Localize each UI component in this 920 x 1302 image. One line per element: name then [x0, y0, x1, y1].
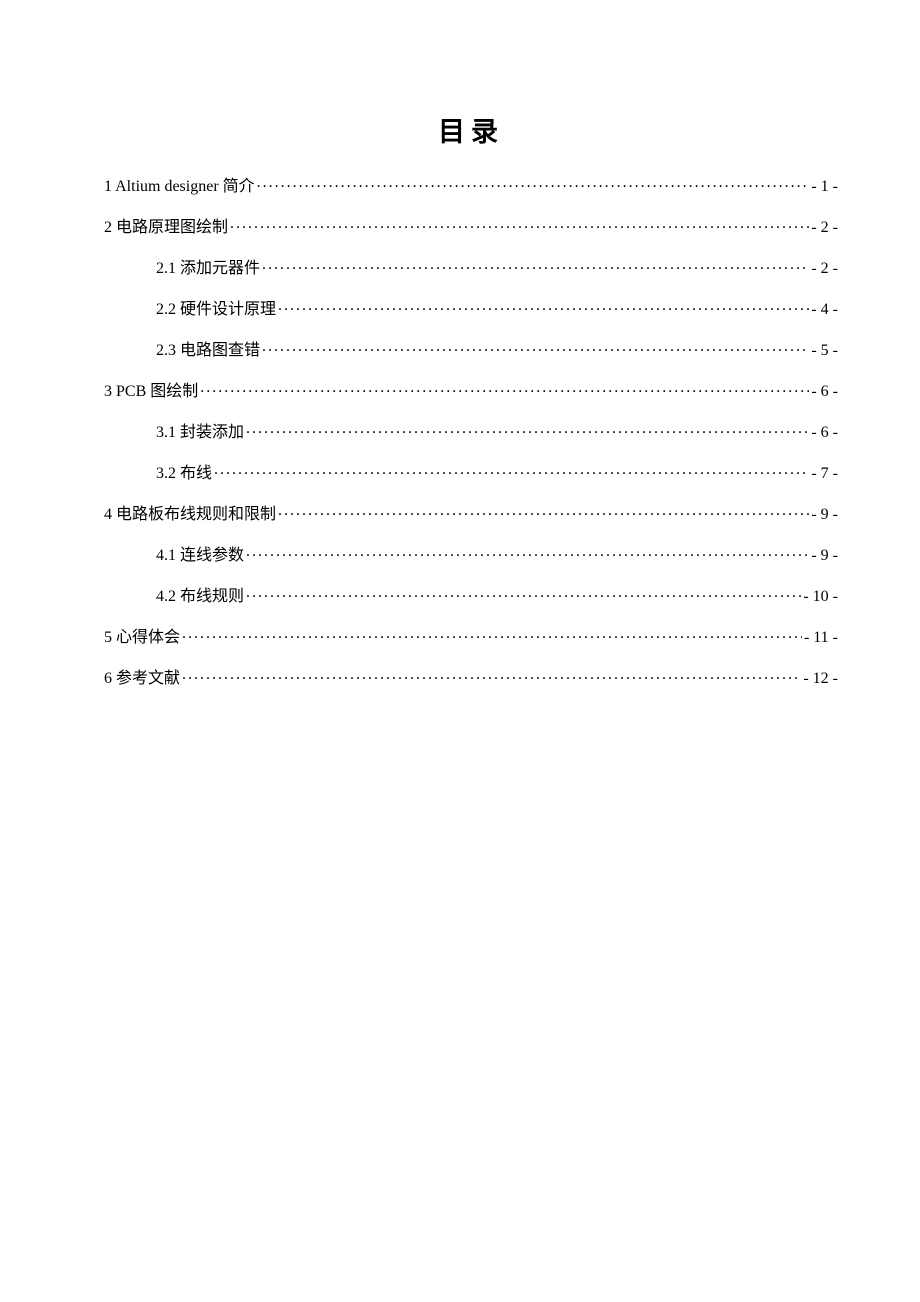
toc-page: - 9 - — [811, 507, 838, 523]
toc-entry: 4.1 连线参数 - 9 - — [104, 544, 838, 564]
toc-leader — [182, 626, 802, 642]
toc-label: 2.2 硬件设计原理 — [156, 302, 276, 318]
toc-entry: 4 电路板布线规则和限制 - 9 - — [104, 503, 838, 523]
toc-entry: 6 参考文献 - 12 - — [104, 667, 838, 687]
toc-page: - 7 - — [811, 466, 838, 482]
toc-label: 3.1 封装添加 — [156, 425, 244, 441]
toc-entry: 1 Altium designer 简介 - 1 - — [104, 175, 838, 195]
toc-page: - 4 - — [811, 302, 838, 318]
toc-title: 目录 — [104, 110, 838, 149]
toc-page: - 11 - — [804, 630, 838, 646]
toc-entry: 3.2 布线 - 7 - — [104, 462, 838, 482]
toc-label: 6 参考文献 — [104, 671, 180, 687]
document-page: 目录 1 Altium designer 简介 - 1 - 2 电路原理图绘制 … — [0, 0, 920, 687]
toc-leader — [246, 585, 801, 601]
toc-leader — [182, 667, 801, 683]
toc-leader — [214, 462, 809, 478]
toc-label: 5 心得体会 — [104, 630, 180, 646]
toc-label: 1 Altium designer 简介 — [104, 179, 255, 195]
toc-page: - 6 - — [811, 384, 838, 400]
toc-entry: 4.2 布线规则 - 10 - — [104, 585, 838, 605]
toc-entry: 3 PCB 图绘制 - 6 - — [104, 380, 838, 400]
toc-leader — [278, 503, 809, 519]
toc-label: 3.2 布线 — [156, 466, 212, 482]
toc-page: - 2 - — [811, 261, 838, 277]
toc-entry: 2.1 添加元器件 - 2 - — [104, 257, 838, 277]
toc-label: 4.2 布线规则 — [156, 589, 244, 605]
toc-page: - 9 - — [811, 548, 838, 564]
toc-page: - 5 - — [811, 343, 838, 359]
toc-label: 4.1 连线参数 — [156, 548, 244, 564]
toc-page: - 2 - — [811, 220, 838, 236]
toc-label: 3 PCB 图绘制 — [104, 384, 198, 400]
toc-page: - 1 - — [811, 179, 838, 195]
toc-leader — [246, 544, 809, 560]
toc-entry: 3.1 封装添加 - 6 - — [104, 421, 838, 441]
toc-entry: 5 心得体会 - 11 - — [104, 626, 838, 646]
toc-label: 2.1 添加元器件 — [156, 261, 260, 277]
toc-leader — [262, 339, 809, 355]
toc-leader — [246, 421, 809, 437]
toc-leader — [278, 298, 809, 314]
toc-page: - 10 - — [803, 589, 838, 605]
toc-entry: 2 电路原理图绘制 - 2 - — [104, 216, 838, 236]
toc-page: - 6 - — [811, 425, 838, 441]
toc-page: - 12 - — [803, 671, 838, 687]
toc-leader — [230, 216, 809, 232]
toc-label: 4 电路板布线规则和限制 — [104, 507, 276, 523]
toc-leader — [200, 380, 809, 396]
toc-entry: 2.2 硬件设计原理 - 4 - — [104, 298, 838, 318]
toc-label: 2.3 电路图查错 — [156, 343, 260, 359]
toc-label: 2 电路原理图绘制 — [104, 220, 228, 236]
toc-entry: 2.3 电路图查错 - 5 - — [104, 339, 838, 359]
toc-leader — [262, 257, 809, 273]
toc-leader — [257, 175, 810, 191]
